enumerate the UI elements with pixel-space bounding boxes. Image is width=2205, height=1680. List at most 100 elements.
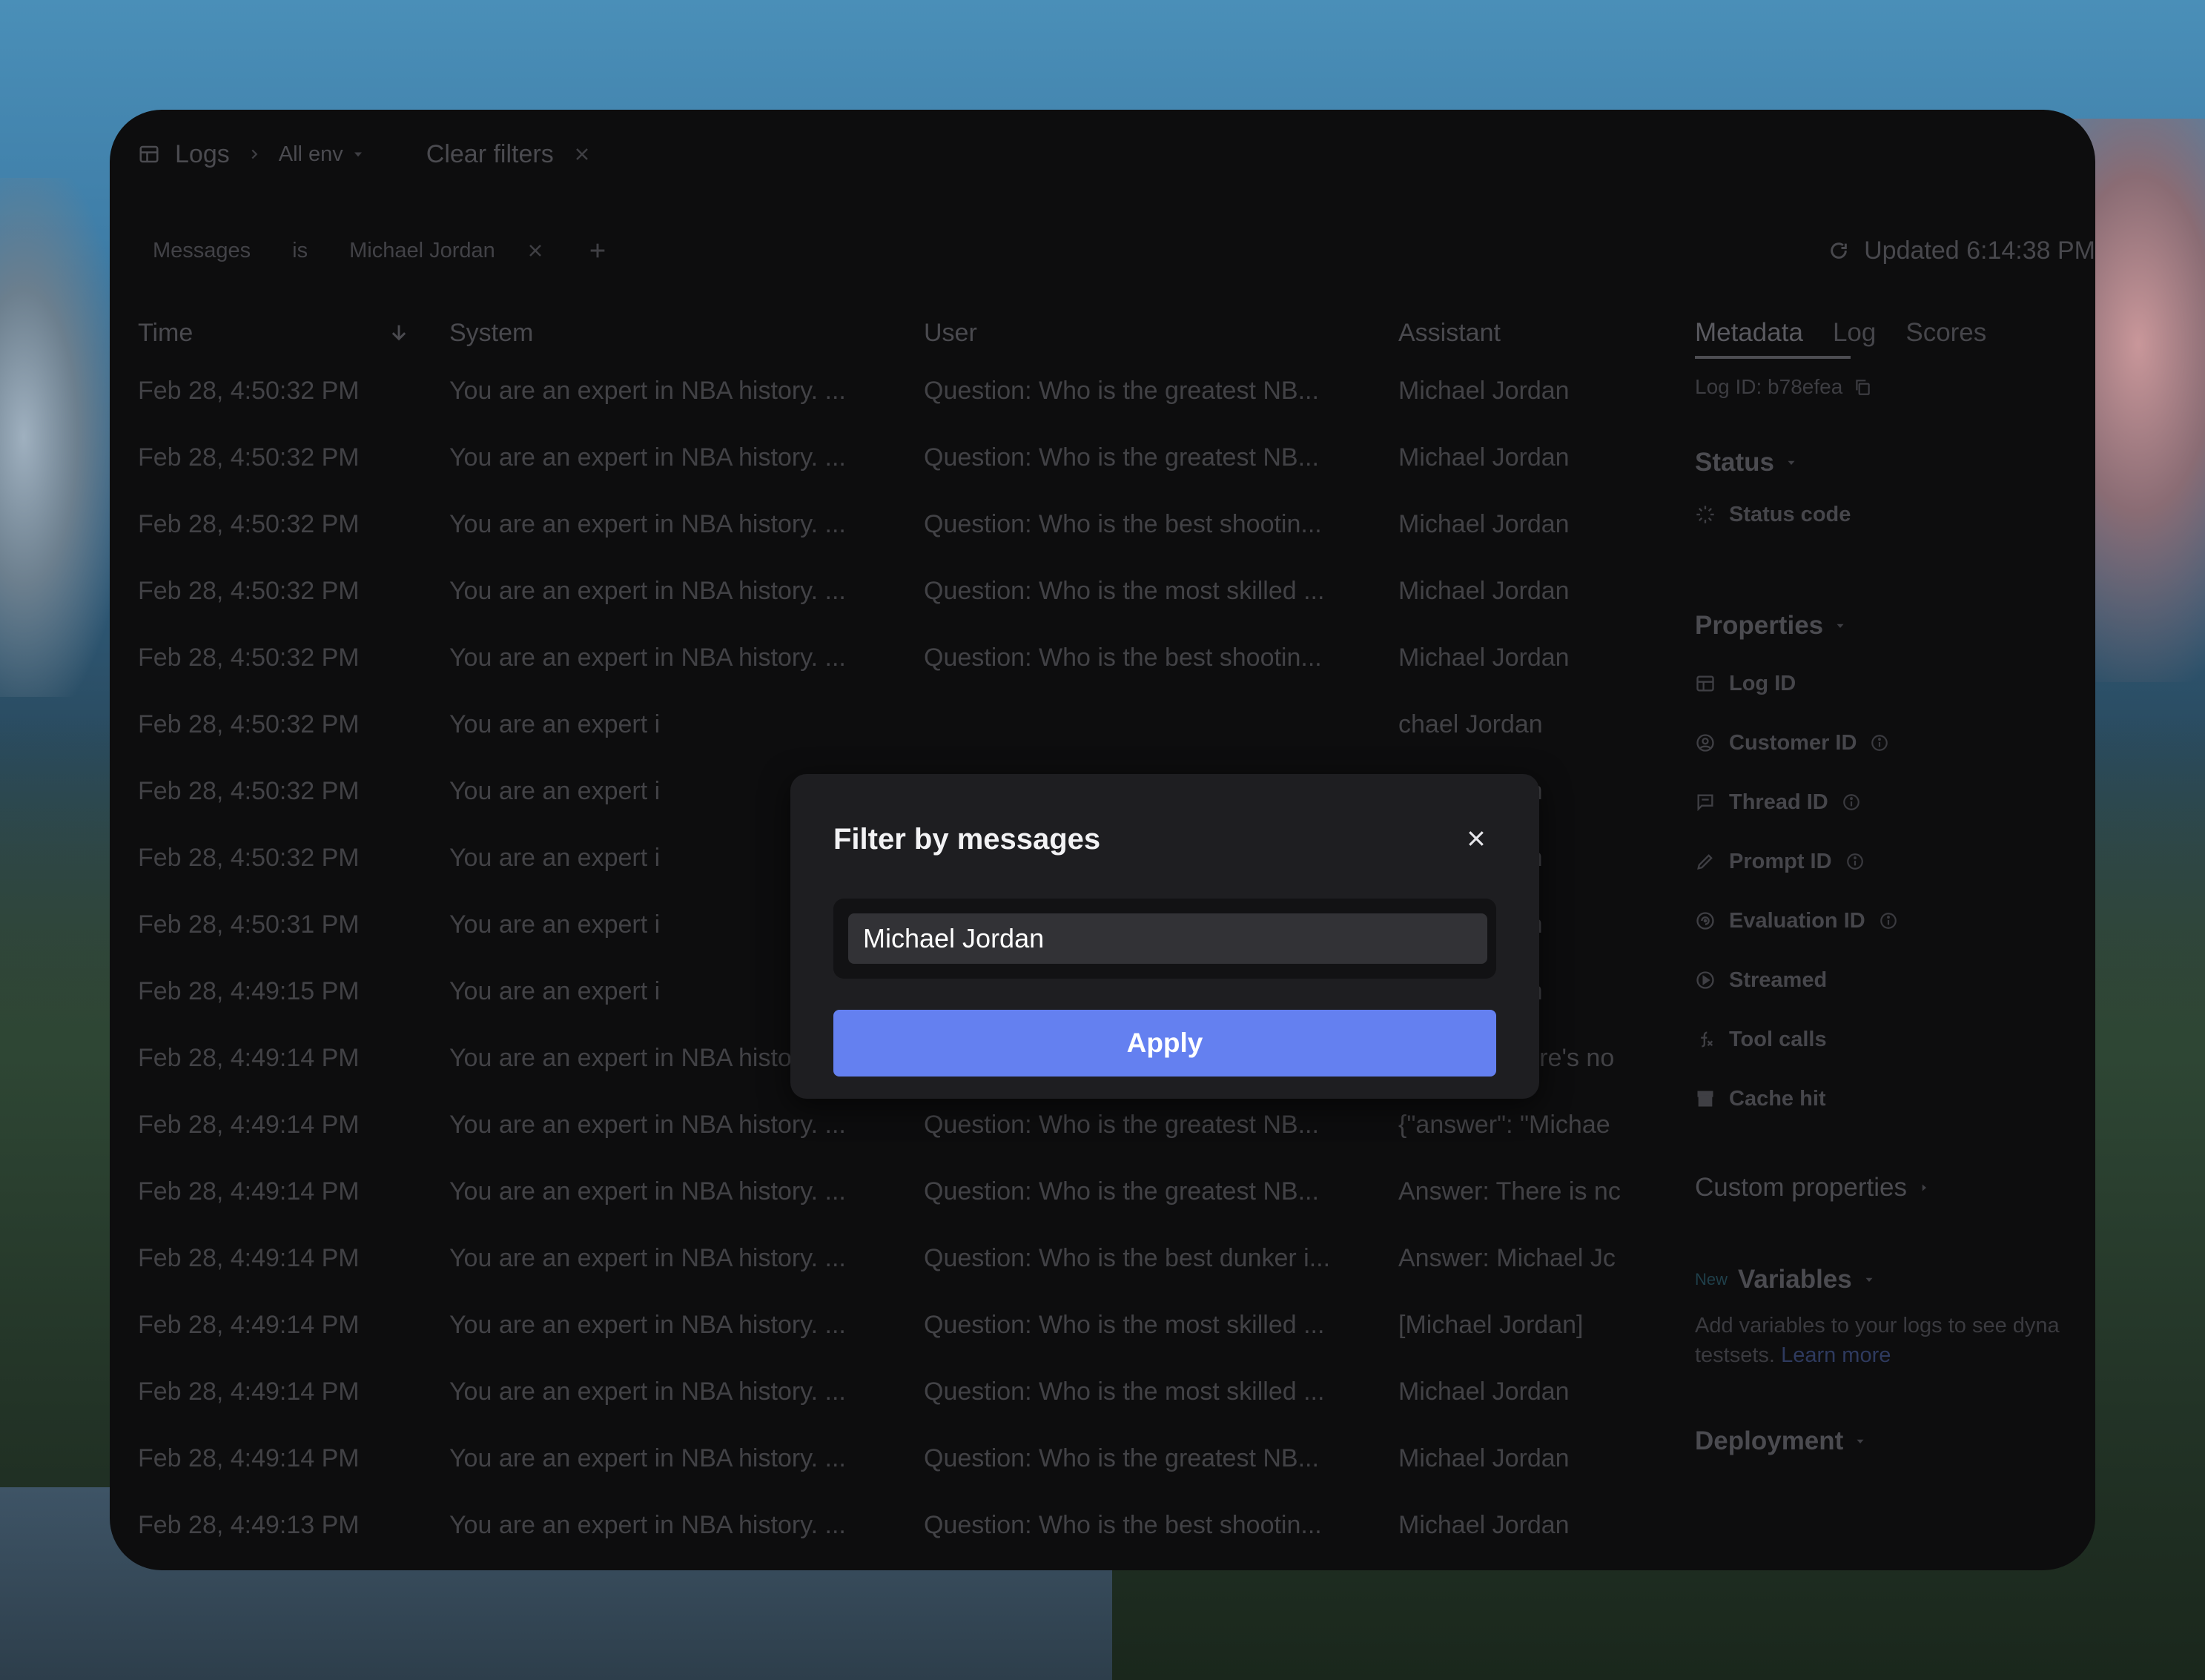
cell-time: Feb 28, 4:49:14 PM [138, 1110, 360, 1139]
refresh-icon[interactable] [1828, 240, 1849, 261]
column-header-assistant[interactable]: Assistant [1398, 319, 1636, 348]
table-row[interactable]: Feb 28, 4:50:32 PM You are an expert in N… [138, 357, 1687, 424]
filter-messages-input[interactable] [848, 913, 1487, 964]
active-tab-indicator [1695, 356, 1851, 359]
property-row-tool-calls[interactable]: Tool calls [1695, 1010, 2095, 1069]
cell-user: Question: Who is the greatest NB... [924, 1443, 1319, 1472]
cell-time: Feb 28, 4:49:14 PM [138, 1443, 360, 1472]
log-detail-panel: Metadata Log Scores Log ID: b78efea Stat… [1695, 308, 2095, 1456]
apply-button[interactable]: Apply [833, 1010, 1496, 1077]
cell-system: You are an expert in NBA history. ... [449, 576, 846, 605]
caret-right-icon [1922, 1184, 1926, 1191]
cell-user: Question: Who is the greatest NB... [924, 376, 1319, 405]
detail-tabs: Metadata Log Scores [1695, 308, 2095, 359]
property-label: Log ID [1729, 671, 1796, 695]
add-filter-icon[interactable] [587, 240, 608, 261]
cell-assistant: [Michael Jordan] [1398, 1310, 1584, 1339]
loader-icon [1696, 506, 1714, 523]
filter-field[interactable]: Messages [153, 239, 251, 263]
property-row-prompt-id[interactable]: Prompt ID [1695, 832, 2095, 891]
archive-icon [1697, 1091, 1713, 1107]
property-label: Customer ID [1729, 730, 1857, 755]
cell-time: Feb 28, 4:50:31 PM [138, 910, 360, 939]
info-icon[interactable] [1879, 911, 1898, 930]
message-icon [1697, 794, 1713, 812]
cell-user: Question: Who is the most skilled ... [924, 576, 1325, 605]
table-row[interactable]: Feb 28, 4:49:14 PM You are an expert in N… [138, 1158, 1687, 1225]
deployment-section-toggle[interactable]: Deployment [1695, 1426, 2095, 1456]
table-row[interactable]: Feb 28, 4:49:13 PM You are an expert in N… [138, 1492, 1687, 1558]
learn-more-link[interactable]: Learn more [1781, 1343, 1891, 1367]
modal-title: Filter by messages [833, 823, 1101, 856]
table-row[interactable]: Feb 28, 4:49:14 PM You are an expert in N… [138, 1358, 1687, 1425]
property-row-thread-id[interactable]: Thread ID [1695, 773, 2095, 832]
property-label: Cache hit [1729, 1086, 1826, 1111]
tab-metadata[interactable]: Metadata [1695, 318, 1803, 348]
cell-assistant: Answer: There is nc [1398, 1177, 1621, 1206]
table-row[interactable]: Feb 28, 4:50:32 PM You are an expert in N… [138, 424, 1687, 491]
table-row[interactable]: Feb 28, 4:50:32 PM You are an expert in N… [138, 491, 1687, 558]
property-row-evaluation-id[interactable]: Evaluation ID [1695, 891, 2095, 950]
modal-close-icon[interactable] [1465, 827, 1487, 850]
table-row[interactable]: Feb 28, 4:49:14 PM You are an expert in N… [138, 1292, 1687, 1358]
cell-assistant: Michael Jordan [1398, 1377, 1570, 1406]
table-icon [1696, 675, 1714, 692]
column-header-time[interactable]: Time [138, 319, 449, 348]
cell-system: You are an expert in NBA history. ... [449, 1110, 846, 1139]
logs-breadcrumb[interactable]: Logs [138, 140, 230, 169]
copy-icon[interactable] [1853, 377, 1872, 397]
variables-section-toggle[interactable]: New Variables [1695, 1265, 2095, 1294]
table-icon [139, 145, 159, 163]
pencil-icon [1697, 854, 1713, 870]
active-filter-chip: Messages is Michael Jordan [153, 228, 608, 273]
property-row-customer-id[interactable]: Customer ID [1695, 713, 2095, 773]
column-header-user[interactable]: User [924, 319, 1398, 348]
cell-system: You are an expert in NBA history. ... [449, 1510, 846, 1539]
cell-time: Feb 28, 4:49:14 PM [138, 1243, 360, 1272]
clear-filters-button[interactable]: Clear filters [426, 140, 591, 169]
property-label: Prompt ID [1729, 849, 1832, 873]
table-row[interactable]: Feb 28, 4:50:32 PM You are an expert in N… [138, 624, 1687, 691]
stream-icon [1696, 971, 1714, 989]
property-row-streamed[interactable]: Streamed [1695, 950, 2095, 1010]
filter-value[interactable]: Michael Jordan [349, 239, 495, 263]
table-row[interactable]: Feb 28, 4:49:14 PM You are an expert in N… [138, 1425, 1687, 1492]
info-icon[interactable] [1842, 793, 1861, 812]
table-row[interactable]: Feb 28, 4:49:14 PM You are an expert in N… [138, 1091, 1687, 1158]
tab-scores[interactable]: Scores [1905, 318, 1986, 348]
caret-down-icon [1788, 460, 1795, 465]
filter-operator[interactable]: is [292, 239, 308, 263]
cell-system: You are an expert in NBA history. ... [449, 1310, 846, 1339]
column-header-system[interactable]: System [449, 319, 924, 348]
table-row[interactable]: Feb 28, 4:49:14 PM You are an expert in N… [138, 1225, 1687, 1292]
cell-time: Feb 28, 4:50:32 PM [138, 643, 360, 672]
table-row[interactable]: Feb 28, 4:50:32 PM You are an expert i cha… [138, 691, 1687, 758]
cell-time: Feb 28, 4:50:32 PM [138, 376, 360, 405]
cell-assistant: Answer: Michael Jc [1398, 1243, 1616, 1272]
cell-time: Feb 28, 4:49:14 PM [138, 1310, 360, 1339]
remove-filter-icon[interactable] [526, 242, 544, 259]
property-label: Streamed [1729, 968, 1828, 992]
new-badge: New [1695, 1270, 1728, 1289]
cell-time: Feb 28, 4:50:32 PM [138, 576, 360, 605]
clear-filters-label: Clear filters [426, 139, 554, 168]
tab-log[interactable]: Log [1833, 318, 1876, 348]
cell-system: You are an expert in NBA history. ... [449, 1377, 846, 1406]
properties-section-toggle[interactable]: Properties [1695, 611, 2095, 641]
info-icon[interactable] [1870, 733, 1889, 753]
caret-down-icon [1837, 624, 1844, 628]
property-label: Thread ID [1729, 790, 1828, 814]
custom-properties-toggle[interactable]: Custom properties [1695, 1173, 2095, 1203]
info-icon[interactable] [1845, 852, 1865, 871]
cell-user: Question: Who is the greatest NB... [924, 443, 1319, 472]
status-section-toggle[interactable]: Status [1695, 448, 2095, 477]
cell-assistant: Michael Jordan [1398, 509, 1570, 538]
env-dropdown[interactable]: All env [279, 142, 366, 167]
user-circle-icon [1696, 734, 1714, 752]
cell-user: Question: Who is the best shootin... [924, 1510, 1322, 1539]
sort-down-icon[interactable] [389, 322, 409, 343]
property-row-cache-hit[interactable]: Cache hit [1695, 1069, 2095, 1128]
table-row[interactable]: Feb 28, 4:50:32 PM You are an expert in N… [138, 558, 1687, 624]
property-row-log-id[interactable]: Log ID [1695, 654, 2095, 713]
evaluation-icon [1696, 912, 1714, 930]
